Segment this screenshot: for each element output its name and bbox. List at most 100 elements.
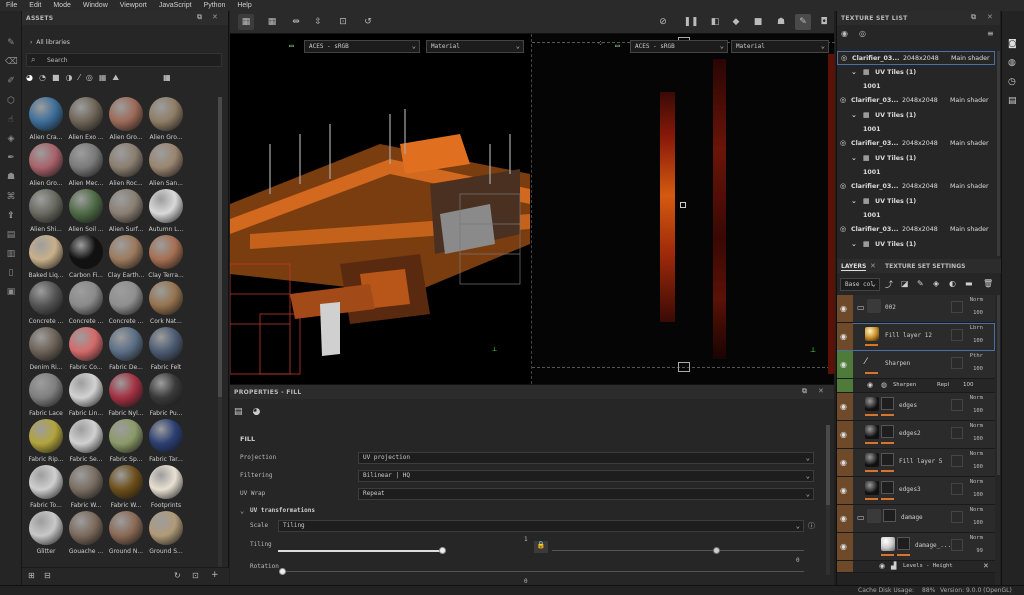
add-icon[interactable]: +	[211, 570, 219, 580]
layers-tab[interactable]: LAYERS	[841, 263, 867, 271]
asset-thumbnail[interactable]: Fabric W...	[66, 465, 106, 515]
levels-effect-row[interactable]: ◉ ▟ Levels - Height ✕	[837, 561, 995, 573]
info-icon[interactable]: ⓘ	[808, 521, 815, 531]
asset-thumbnail[interactable]: Concrete ...	[26, 281, 66, 331]
mirror-y-icon[interactable]: ⇳	[310, 14, 326, 30]
texture-set-scrollbar[interactable]	[997, 51, 1000, 256]
menu-help[interactable]: Help	[237, 2, 251, 9]
layer-scrollbar[interactable]	[997, 295, 1000, 475]
view-icon[interactable]: ◉	[841, 29, 848, 38]
detach-icon[interactable]: ⧉	[197, 13, 202, 22]
layer-row[interactable]: ◉ ▭ damage Norm 100	[837, 505, 995, 533]
lock-icon[interactable]: 🔒	[534, 541, 548, 553]
import-icon[interactable]: ⊞	[28, 571, 35, 580]
blend-mode[interactable]: Norm	[970, 535, 983, 541]
layer-row[interactable]: ◉ Fill layer 5 Norm 100	[837, 449, 995, 477]
brush-tool-icon[interactable]: ✎	[5, 38, 17, 48]
view-grid-icon[interactable]: ▦	[163, 73, 171, 82]
blend-mode[interactable]: Pthr	[970, 353, 983, 359]
physics-icon[interactable]: ☗	[773, 14, 789, 30]
close-icon[interactable]: ✕	[870, 262, 876, 270]
layer-checkbox[interactable]	[951, 301, 963, 313]
asset-thumbnail[interactable]: Alien Gro...	[146, 97, 186, 147]
smudge-tool-icon[interactable]: ☝	[5, 115, 17, 125]
uv-tiles-row[interactable]: ⌄ ▦ UV Tiles (1)	[837, 238, 995, 252]
close-icon[interactable]: ✕	[212, 13, 218, 21]
effect-opacity[interactable]: 100	[963, 382, 974, 388]
asset-thumbnail[interactable]: Alien Shi...	[26, 189, 66, 239]
export-icon[interactable]: ⇪	[5, 211, 17, 221]
asset-thumbnail[interactable]: Alien Surf...	[106, 189, 146, 239]
uv-tiles-row[interactable]: ⌄ ▦ UV Tiles (1)	[837, 109, 995, 123]
eye-icon[interactable]: ◎	[859, 29, 866, 38]
layer-row[interactable]: ◉ damage_... Norm 99	[837, 533, 995, 561]
menu-edit[interactable]: Edit	[29, 2, 41, 9]
eraser-tool-icon[interactable]: ⌫	[5, 57, 18, 67]
texture-set-row[interactable]: ◎ Clarifier_03... 2048x2048 Main shader	[837, 180, 995, 194]
eye-icon[interactable]: ◉	[840, 486, 847, 495]
shading-cube-icon[interactable]: ◆	[728, 14, 744, 30]
eye-icon[interactable]: ◎	[840, 182, 846, 190]
eye-icon[interactable]: ◉	[840, 304, 847, 313]
menu-icon[interactable]: ≡	[987, 29, 994, 38]
asset-thumbnail[interactable]: Alien Gro...	[26, 143, 66, 193]
tiling-slider-2-track[interactable]	[552, 550, 804, 551]
camera-icon[interactable]: ■	[750, 14, 766, 30]
uv-tile-row[interactable]: 1001	[837, 80, 995, 94]
texture-set-icon[interactable]: ◙	[1008, 39, 1017, 49]
breadcrumb[interactable]: › All libraries	[30, 39, 70, 46]
3d-view[interactable]: ▭ ACES - sRGB ⌄ Material ⌄ ⊥	[230, 34, 530, 384]
uv-tiles-row[interactable]: ⌄ ▦ UV Tiles (1)	[837, 66, 995, 80]
asset-thumbnail[interactable]: Fabric Lin...	[66, 373, 106, 423]
delete-icon[interactable]: 🗑	[983, 279, 993, 288]
eye-icon[interactable]: ◉	[840, 514, 847, 523]
menu-viewport[interactable]: Viewport	[120, 2, 147, 9]
scale-select[interactable]: Tiling ⌄	[278, 520, 804, 532]
asset-thumbnail[interactable]: Fabric Lace	[26, 373, 66, 423]
menu-python[interactable]: Python	[204, 2, 226, 9]
uv-tile-row[interactable]: 1001	[837, 209, 995, 223]
asset-thumbnail[interactable]: Concrete ...	[66, 281, 106, 331]
asset-thumbnail[interactable]: Clay Earth...	[106, 235, 146, 285]
filter-brush-icon[interactable]: ⁄	[79, 73, 80, 82]
viewport[interactable]: ▦ ▦ ⇹ ⇳ ⊡ ↺ ⊘ ❚❚ ◧ ◆ ■ ☗ ✎ ◘ ▭ ACES - sR…	[230, 11, 835, 384]
menu-window[interactable]: Window	[83, 2, 108, 9]
pause-icon[interactable]: ❚❚	[683, 14, 699, 30]
paint-mode-icon[interactable]: ✎	[795, 14, 811, 30]
asset-thumbnail[interactable]: Concrete ...	[106, 281, 146, 331]
layer-row[interactable]: ◉ ⁄ Sharpen Pthr 100	[837, 351, 995, 379]
asset-thumbnail[interactable]: Clay Terra...	[146, 235, 186, 285]
reset-view-icon[interactable]: ↺	[360, 14, 376, 30]
layer-row[interactable]: ◉ edges2 Norm 100	[837, 421, 995, 449]
texture-set-row[interactable]: ◎ Clarifier_03... 2048x2048 Main shader	[837, 223, 995, 237]
uv-grid-icon[interactable]: ⁘	[597, 39, 604, 48]
visibility-off-icon[interactable]: ⊘	[655, 14, 671, 30]
asset-thumbnail[interactable]: Fabric To...	[26, 465, 66, 515]
uvwrap-select[interactable]: Repeat ⌄	[358, 488, 814, 500]
asset-thumbnail[interactable]: Fabric Co...	[66, 327, 106, 377]
eye-icon[interactable]: ◉	[879, 562, 885, 570]
layer-row[interactable]: ◉ Fill layer 12 Lbrn 100	[837, 323, 995, 351]
eye-icon[interactable]: ◉	[840, 430, 847, 439]
layer-mask-thumbnail[interactable]	[883, 509, 896, 522]
layer-checkbox[interactable]	[951, 427, 963, 439]
uv-tiles-row[interactable]: ⌄ ▦ UV Tiles (1)	[837, 152, 995, 166]
refresh-icon[interactable]: ↻	[174, 571, 181, 580]
split-view-icon[interactable]: ◧	[707, 14, 723, 30]
eye-icon[interactable]: ◎	[841, 54, 847, 62]
blend-mode[interactable]: Norm	[970, 297, 983, 303]
uv-tiles-row[interactable]: ⌄ ▦ UV Tiles (1)	[837, 195, 995, 209]
projection-tool-icon[interactable]: ✐	[5, 76, 17, 86]
properties-scrollbar[interactable]	[826, 425, 830, 575]
filter-material-icon[interactable]: ◔	[39, 73, 46, 82]
asset-thumbnail[interactable]: Carbon Fi...	[66, 235, 106, 285]
colorspace-select-right[interactable]: ▭ ACES - sRGB ⌄	[615, 40, 728, 53]
layer-checkbox[interactable]	[951, 455, 963, 467]
clone-tool-icon[interactable]: ◈	[5, 134, 17, 144]
asset-thumbnail[interactable]: Fabric Sp...	[106, 419, 146, 469]
channel-select[interactable]: Base col ⌄	[840, 278, 880, 291]
asset-thumbnail[interactable]: Gouache ...	[66, 511, 106, 561]
folder-icon[interactable]: ⊡	[192, 571, 199, 580]
layer-opacity[interactable]: 100	[973, 366, 983, 372]
layer-checkbox[interactable]	[951, 329, 963, 341]
